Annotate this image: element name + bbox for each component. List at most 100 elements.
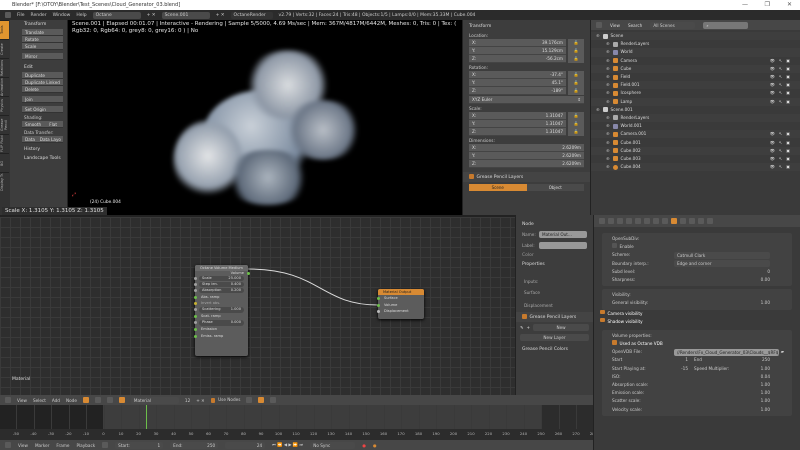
outliner-item[interactable]: ⊕ Scene: [591, 32, 800, 41]
tab-tools[interactable]: Tools: [0, 20, 9, 39]
lock-icon[interactable]: 🔓: [568, 71, 584, 79]
node-menu-select[interactable]: Select: [33, 398, 46, 403]
tab-display[interactable]: Display Tr.: [0, 172, 9, 191]
material-output-node[interactable]: Material Output Surface Volume Displacem…: [376, 289, 424, 319]
volume-medium-node[interactable]: Octane Volume Medium Volume Scale 25.000 S…: [193, 265, 250, 356]
grease-pencil-header[interactable]: Grease Pencil Layers: [477, 175, 524, 180]
expand-icon[interactable]: ⊕: [606, 73, 610, 81]
rotation-z-field[interactable]: Z: -189°: [469, 87, 566, 95]
outliner-item[interactable]: ⊕ Cube.003 👁↖▣: [591, 155, 800, 163]
current-frame-indicator[interactable]: [145, 405, 147, 429]
outliner-item[interactable]: ⊕ RenderLayers: [591, 40, 800, 48]
snap-icon[interactable]: [258, 397, 265, 403]
lock-icon[interactable]: 🔓: [568, 79, 584, 87]
smooth-button[interactable]: Smooth: [25, 121, 41, 127]
tab-flip-fluid[interactable]: FLIP Fluid: [0, 134, 9, 153]
material-tab-icon[interactable]: [680, 218, 686, 224]
physics-tab-icon[interactable]: [707, 218, 713, 224]
outliner-item[interactable]: ⊕ Camera.001 👁↖▣: [591, 130, 800, 139]
copy-icon[interactable]: [270, 397, 277, 403]
editor-type-icon[interactable]: [596, 22, 602, 28]
modifiers-tab-icon[interactable]: [662, 218, 668, 224]
outliner-item[interactable]: ⊕ Lamp 👁↖▣: [591, 97, 800, 106]
use-nodes-toggle[interactable]: Use Nodes: [218, 397, 240, 402]
delete-button[interactable]: Delete: [22, 86, 63, 93]
outliner-item[interactable]: ⊕ World.001: [591, 122, 800, 130]
start-frame-field[interactable]: Start: 1: [115, 441, 164, 449]
camera-visibility-checkbox[interactable]: [600, 309, 605, 314]
expand-icon[interactable]: ⊕: [606, 57, 610, 65]
data-layers-button[interactable]: Data Layo: [40, 136, 61, 142]
node-field[interactable]: Absorption 0.200: [193, 287, 244, 293]
timeline-menu-marker[interactable]: Marker: [35, 443, 49, 448]
expand-icon[interactable]: ⊕: [606, 147, 610, 155]
minimize-button[interactable]: —: [742, 0, 748, 10]
location-x-field[interactable]: X: 39.176cm: [469, 39, 566, 47]
outliner-search-input[interactable]: ⌕: [703, 21, 749, 29]
duplicate-button[interactable]: Duplicate: [22, 72, 63, 79]
gp-layers-header[interactable]: Grease Pencil Layers: [530, 315, 577, 320]
scale-field[interactable]: Velocity scale: 1.00: [602, 406, 792, 414]
dimensions-z-field[interactable]: Z: 2.6209m: [469, 160, 584, 168]
editor-type-icon[interactable]: [5, 397, 11, 403]
add-scene-button[interactable]: + ✕: [216, 13, 225, 18]
outliner-search-menu[interactable]: Search: [628, 23, 642, 28]
render-layers-tab-icon[interactable]: [617, 218, 623, 224]
outliner-filter-dropdown[interactable]: All Scenes: [650, 21, 696, 29]
gp-colors-header[interactable]: Grease Pencil Colors: [516, 345, 593, 354]
new-gp-button[interactable]: New: [533, 323, 589, 331]
material-users-count[interactable]: 12: [185, 398, 190, 403]
world-tab-icon[interactable]: [635, 218, 641, 224]
sync-dropdown[interactable]: No Sync: [310, 441, 356, 449]
add-icon[interactable]: +: [527, 325, 531, 330]
vdb-file-input[interactable]: //Renders\Fx_Cloud_Generator_03\Clouds__…: [674, 348, 779, 356]
dimensions-x-field[interactable]: X: 2.6209m: [469, 144, 584, 152]
rotation-x-field[interactable]: X: -37.4°: [469, 71, 566, 79]
visibility-toggles[interactable]: 👁↖▣: [770, 57, 794, 65]
visibility-toggles[interactable]: 👁↖▣: [770, 139, 794, 147]
outliner-item[interactable]: ⊕ Camera 👁↖▣: [591, 57, 800, 65]
data-button[interactable]: Data: [25, 136, 35, 142]
sharpness-field[interactable]: Sharpness: 0.00: [602, 276, 792, 284]
node-field[interactable]: Scale 25.000: [193, 275, 244, 281]
outliner-item[interactable]: ⊕ Field.001 👁↖▣: [591, 81, 800, 90]
node-menu-node[interactable]: Node: [66, 398, 77, 403]
current-frame-field[interactable]: 24: [225, 441, 266, 449]
editor-type-icon[interactable]: [599, 218, 605, 224]
boundary-dropdown[interactable]: Edge and corner: [674, 260, 770, 268]
node-name-input[interactable]: Material Out...: [539, 231, 587, 238]
start-playing-field[interactable]: Start Playing at: -15: [612, 365, 688, 373]
lock-icon[interactable]: 🔓: [568, 39, 584, 47]
menu-render[interactable]: Render: [31, 13, 47, 18]
general-visibility-field[interactable]: General visibility: 1.00: [602, 299, 792, 307]
visibility-toggles[interactable]: 👁↖▣: [770, 73, 794, 81]
start-field[interactable]: Start 1: [612, 356, 688, 364]
outliner-item[interactable]: ⊕ Cube.001 👁↖▣: [591, 138, 800, 146]
enable-checkbox[interactable]: [612, 243, 617, 248]
expand-icon[interactable]: ⊕: [596, 32, 600, 40]
subd-level-field[interactable]: Subd level: 0: [602, 268, 792, 276]
visibility-toggles[interactable]: 👁↖▣: [770, 65, 794, 73]
outliner-item[interactable]: ⊕ Icosphere 👁↖▣: [591, 89, 800, 97]
node-label-input[interactable]: [539, 242, 587, 249]
scene-selector[interactable]: Scene.001: [161, 11, 210, 19]
layout-selector[interactable]: Octane: [92, 11, 141, 19]
scale-field[interactable]: Scatter scale: 1.00: [602, 397, 792, 405]
new-layer-button[interactable]: New Layer: [520, 333, 589, 341]
material-selector[interactable]: Material: [130, 396, 179, 404]
rotation-mode-dropdown[interactable]: XYZ Euler ⇕: [469, 96, 584, 104]
phase-field[interactable]: Phase 0.000: [193, 320, 244, 326]
expand-icon[interactable]: ⊕: [606, 89, 610, 97]
tab-animation[interactable]: Animation: [0, 77, 9, 96]
render-tab-icon[interactable]: [608, 218, 614, 224]
tab-relations[interactable]: Relations: [0, 58, 9, 77]
texture-tab-icon[interactable]: [689, 218, 695, 224]
playback-controls[interactable]: ⏮ ⏪ ◀ ▶ ⏩ ⏭: [272, 442, 303, 448]
node-menu-view[interactable]: View: [17, 398, 27, 403]
expand-icon[interactable]: ⊕: [606, 40, 610, 48]
backdrop-icon[interactable]: [246, 397, 253, 403]
pencil-icon[interactable]: ✎: [520, 325, 524, 330]
visibility-toggles[interactable]: 👁↖▣: [770, 163, 794, 171]
node-editor[interactable]: Octane Volume Medium Volume Scale 25.000 S…: [0, 215, 515, 395]
transform-header[interactable]: Transform: [10, 20, 67, 29]
